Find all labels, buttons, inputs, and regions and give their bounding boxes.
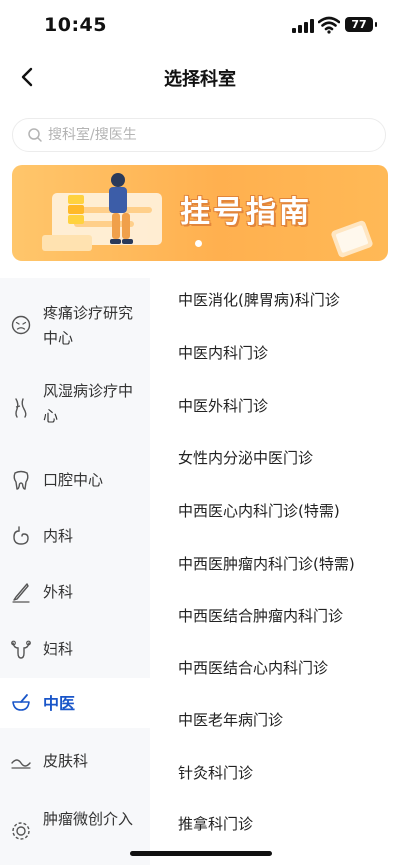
department-item[interactable]: 针灸科门诊 [178, 751, 400, 795]
department-item[interactable]: 中医消化(脾胃病)科门诊 [178, 278, 400, 322]
sidebar-item-label: 中医 [43, 694, 76, 713]
department-category-sidebar: 疼痛诊疗研究中心 风湿病诊疗中心 口腔中心 内科 外科 妇科 中医 皮肤科 肿瘤… [0, 278, 150, 865]
department-item[interactable]: 女性内分泌中医门诊 [178, 436, 400, 480]
sidebar-item-dental-center[interactable]: 口腔中心 [0, 452, 150, 508]
department-item[interactable]: 中医内科门诊 [178, 331, 400, 375]
status-time: 10:45 [44, 14, 107, 36]
sidebar-item-pain-center[interactable]: 疼痛诊疗研究中心 [0, 278, 150, 374]
scalpel-icon [12, 583, 30, 603]
department-item[interactable]: 中西医心内科门诊(特需) [178, 489, 400, 533]
stomach-icon [13, 526, 29, 545]
home-indicator[interactable] [130, 851, 272, 856]
department-item[interactable]: 中西医结合心内科门诊 [178, 646, 400, 690]
status-bar: 10:45 77 [0, 0, 400, 52]
uterus-icon [11, 640, 31, 659]
face-pain-icon [11, 315, 31, 335]
sidebar-item-dermatology[interactable]: 皮肤科 [0, 728, 150, 794]
carousel-indicator-dot[interactable] [195, 240, 202, 247]
department-item[interactable]: 中西医结合肿瘤内科门诊 [178, 594, 400, 638]
select-department-page: 10:45 77 选择科室 搜科室/搜医生 挂号指南 疼痛诊疗研究中心 风湿病诊… [0, 0, 400, 865]
sidebar-item-tcm[interactable]: 中医 [0, 678, 150, 728]
sidebar-item-internal-medicine[interactable]: 内科 [0, 508, 150, 564]
sidebar-item-label: 口腔中心 [43, 471, 104, 489]
sidebar-item-tumor-interventional[interactable]: 肿瘤微创介入 [0, 794, 150, 865]
sidebar-item-label: 疼痛诊疗研究中心 [43, 304, 134, 347]
mortar-icon [12, 694, 30, 711]
cellular-signal-icon [292, 19, 314, 33]
sidebar-item-label: 皮肤科 [43, 752, 89, 770]
page-title: 选择科室 [164, 69, 236, 90]
search-input[interactable] [48, 127, 348, 143]
sidebar-item-label: 外科 [43, 583, 74, 601]
banner-title: 挂号指南 [180, 195, 312, 230]
sidebar-item-label: 风湿病诊疗中心 [43, 382, 134, 425]
sidebar-item-label: 内科 [43, 527, 74, 545]
search-icon [28, 128, 42, 142]
sidebar-item-gynecology[interactable]: 妇科 [0, 620, 150, 678]
department-item[interactable]: 中医外科门诊 [178, 384, 400, 428]
sidebar-item-label: 肿瘤微创介入 [43, 810, 134, 828]
nav-bar: 选择科室 [0, 52, 400, 102]
skin-icon [11, 759, 31, 769]
registration-guide-banner[interactable]: 挂号指南 [12, 165, 388, 261]
joint-icon [15, 398, 27, 418]
department-list: 中医消化(脾胃病)科门诊 中医内科门诊 中医外科门诊 女性内分泌中医门诊 中西医… [150, 278, 400, 865]
battery-icon: 77 [345, 17, 377, 32]
department-item[interactable]: 中西医肿瘤内科门诊(特需) [178, 542, 400, 586]
sidebar-item-label: 妇科 [43, 640, 74, 658]
department-item[interactable]: 中医老年病门诊 [178, 698, 400, 742]
wifi-icon [318, 16, 340, 34]
sidebar-item-rheumatology-center[interactable]: 风湿病诊疗中心 [0, 374, 150, 452]
search-bar[interactable] [12, 118, 386, 152]
sidebar-item-surgery[interactable]: 外科 [0, 564, 150, 620]
tooth-icon [13, 470, 29, 490]
department-item[interactable]: 推拿科门诊 [178, 802, 400, 846]
gear-icon [12, 822, 30, 840]
